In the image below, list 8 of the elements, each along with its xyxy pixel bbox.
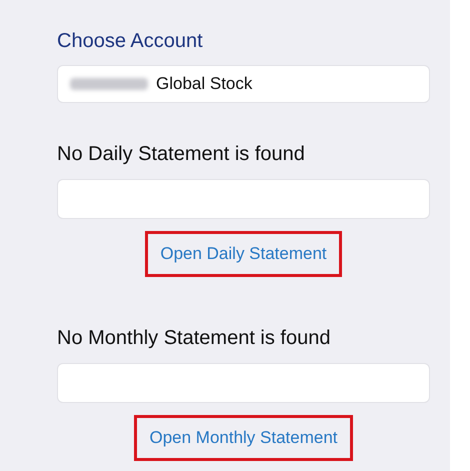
- statement-field[interactable]: [57, 179, 430, 219]
- statement-field[interactable]: [57, 363, 430, 403]
- status-message: No Daily Statement is found: [57, 142, 306, 167]
- open-statement-link[interactable]: Open Daily Statement: [160, 244, 327, 263]
- open-statement-link[interactable]: Open Monthly Statement: [149, 428, 338, 447]
- field-label: Choose Account: [57, 29, 204, 54]
- account-field[interactable]: Global Stock: [57, 65, 430, 103]
- status-message: No Monthly Statement is found: [57, 326, 332, 351]
